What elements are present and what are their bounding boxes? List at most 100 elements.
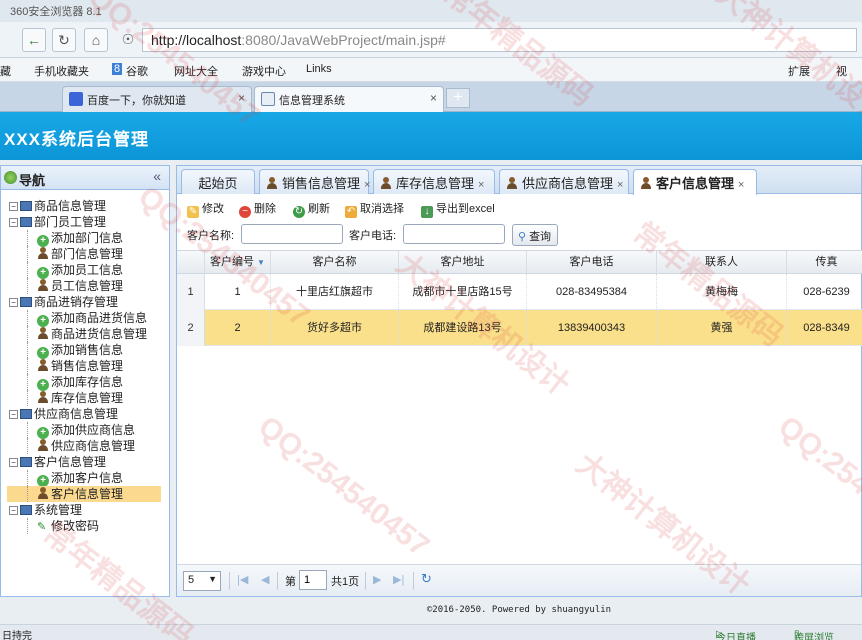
refresh-icon: ↻ xyxy=(293,206,305,218)
refresh-button[interactable]: ↻ 刷新 xyxy=(293,200,330,218)
sidebar-item[interactable]: 供应商信息管理 xyxy=(37,438,135,454)
sidebar-item[interactable]: − 供应商信息管理 xyxy=(9,406,118,422)
expand-icon[interactable]: − xyxy=(9,202,18,211)
sidebar-item[interactable]: 员工信息管理 xyxy=(37,278,123,294)
content-tab[interactable]: 客户信息管理 × xyxy=(633,169,757,195)
deselect-button[interactable]: ↶ 取消选择 xyxy=(345,200,404,218)
sidebar-item[interactable]: + 添加供应商信息 xyxy=(37,422,135,439)
fav-item[interactable]: 藏 xyxy=(0,63,11,79)
sidebar-item[interactable]: + 添加客户信息 xyxy=(37,470,124,487)
fav-item[interactable]: Links xyxy=(306,63,332,75)
column-header[interactable]: 传真 xyxy=(787,251,862,274)
content-tab[interactable]: 销售信息管理 × xyxy=(259,169,370,194)
extensions-button[interactable]: 扩展 xyxy=(788,63,810,79)
fav-item[interactable]: 网址大全 xyxy=(174,63,218,79)
expand-icon[interactable]: − xyxy=(9,298,18,307)
sidebar-item[interactable]: + 添加商品进货信息 xyxy=(37,310,148,327)
edit-button[interactable]: ✎ 修改 xyxy=(187,200,224,218)
next-page-button[interactable]: ▶ xyxy=(373,573,381,586)
sidebar-item[interactable]: 商品进货信息管理 xyxy=(37,326,147,342)
sidebar-item[interactable]: − 部门员工管理 xyxy=(9,214,106,230)
expand-icon[interactable]: − xyxy=(9,458,18,467)
content-tab-label: 库存信息管理 xyxy=(396,176,475,191)
last-page-button[interactable]: ▶| xyxy=(393,573,404,586)
sidebar-item[interactable]: 部门信息管理 xyxy=(37,246,123,262)
back-button[interactable]: ← xyxy=(22,28,46,52)
content-tab[interactable]: 供应商信息管理 × xyxy=(499,169,629,194)
fav-item[interactable]: 游戏中心 xyxy=(242,63,286,79)
browser-tab-system[interactable]: 信息管理系统 × xyxy=(254,86,444,112)
customer-phone-input[interactable] xyxy=(403,224,505,244)
expand-icon[interactable]: − xyxy=(9,506,18,515)
prev-page-button[interactable]: ◀ xyxy=(261,573,269,586)
url-path: :8080/JavaWebProject/main.jsp# xyxy=(241,32,446,48)
collapse-button[interactable]: « xyxy=(153,168,161,184)
customer-phone-label: 客户电话: xyxy=(349,230,397,242)
table-row[interactable]: 1 1 十里店红旗超市 成都市十里店路15号 028-83495384 黄梅梅 028-62… xyxy=(177,274,862,310)
sidebar-item-label: 添加客户信息 xyxy=(51,471,124,485)
close-icon[interactable]: × xyxy=(617,179,623,191)
url-input[interactable]: http://localhost:8080/JavaWebProject/mai… xyxy=(142,28,857,52)
column-header[interactable]: 客户编号 ▼ xyxy=(205,251,271,274)
sidebar-item[interactable]: ✎ 修改密码 xyxy=(37,518,99,534)
reload-button[interactable]: ↻ xyxy=(52,28,76,52)
delete-button[interactable]: − 删除 xyxy=(239,200,276,218)
tree-guide-line xyxy=(27,518,28,534)
table-cell: 13839400343 xyxy=(527,310,657,346)
sidebar-item[interactable]: − 商品信息管理 xyxy=(9,198,106,214)
expand-icon[interactable]: − xyxy=(9,218,18,227)
home-button[interactable]: ⌂ xyxy=(84,28,108,52)
fav-item[interactable]: 视 xyxy=(836,63,847,79)
column-header[interactable]: 客户地址 xyxy=(399,251,527,274)
export-button[interactable]: ↓ 导出到excel xyxy=(421,200,495,218)
column-header[interactable]: 联系人 xyxy=(657,251,787,274)
table-cell: 黄强 xyxy=(657,310,787,346)
expand-icon[interactable]: − xyxy=(9,410,18,419)
fav-item[interactable]: 手机收藏夹 xyxy=(34,63,89,79)
close-icon[interactable]: × xyxy=(238,91,245,105)
sidebar-item-label: 员工信息管理 xyxy=(51,279,124,293)
sidebar-item[interactable]: + 添加库存信息 xyxy=(37,374,123,391)
close-icon[interactable]: × xyxy=(430,91,437,105)
table-cell: 成都建设路13号 xyxy=(399,310,527,346)
sidebar-item[interactable]: 客户信息管理 xyxy=(7,486,161,502)
query-button[interactable]: ⚲ 查询 xyxy=(512,224,559,246)
sidebar-item[interactable]: + 添加部门信息 xyxy=(37,230,123,247)
close-icon[interactable]: × xyxy=(364,179,370,191)
sidebar-item-label: 商品信息管理 xyxy=(34,199,107,213)
customer-name-input[interactable] xyxy=(241,224,343,244)
sidebar-item[interactable]: + 添加销售信息 xyxy=(37,342,123,359)
content-tab[interactable]: 库存信息管理 × xyxy=(373,169,495,194)
row-number: 1 xyxy=(177,274,205,310)
close-icon[interactable]: × xyxy=(478,179,484,191)
sidebar-item[interactable]: 销售信息管理 xyxy=(37,358,123,374)
shield-icon: ☉ xyxy=(121,31,135,47)
user-icon xyxy=(640,177,652,189)
monitor-icon xyxy=(20,457,32,467)
close-icon[interactable]: × xyxy=(738,179,744,191)
sidebar-item[interactable]: − 系统管理 xyxy=(9,502,82,518)
page-size-select[interactable]: 5 ▼ xyxy=(183,571,221,591)
fav-item[interactable]: 谷歌 xyxy=(126,63,148,79)
sidebar-item[interactable]: 库存信息管理 xyxy=(37,390,123,406)
table-row[interactable]: 2 2 货好多超市 成都建设路13号 13839400343 黄强 028-8349 xyxy=(177,310,862,346)
sidebar-item-label: 添加商品进货信息 xyxy=(51,311,148,325)
browser-tab-baidu[interactable]: 百度一下，你就知道 × xyxy=(62,86,252,112)
sidebar-item[interactable]: + 添加员工信息 xyxy=(37,262,123,279)
delete-icon: − xyxy=(239,206,251,218)
main-panel: 起始页 销售信息管理 × 库存信息管理 × 供应商信息管理 × 客户信息管理 × ✎ 修改 − 删除… xyxy=(176,165,862,597)
content-tab-label: 起始页 xyxy=(198,176,238,191)
column-header[interactable]: 客户电话 xyxy=(527,251,657,274)
column-header-label: 客户电话 xyxy=(569,256,614,268)
browser-status-bar: 日持完 ▷ 今日直播 ▯ 跨屏浏览 xyxy=(0,624,862,640)
column-header[interactable]: 客户名称 xyxy=(271,251,399,274)
content-tab-label: 销售信息管理 xyxy=(282,176,361,191)
content-tab[interactable]: 起始页 xyxy=(181,169,255,194)
user-icon xyxy=(37,359,49,371)
page-number-input[interactable] xyxy=(299,570,327,590)
first-page-button[interactable]: |◀ xyxy=(237,573,248,586)
sidebar-item[interactable]: − 客户信息管理 xyxy=(9,454,106,470)
new-tab-button[interactable]: + xyxy=(446,88,470,108)
pager-refresh-button[interactable]: ↻ xyxy=(421,571,432,587)
sidebar-item[interactable]: − 商品进销存管理 xyxy=(9,294,118,310)
